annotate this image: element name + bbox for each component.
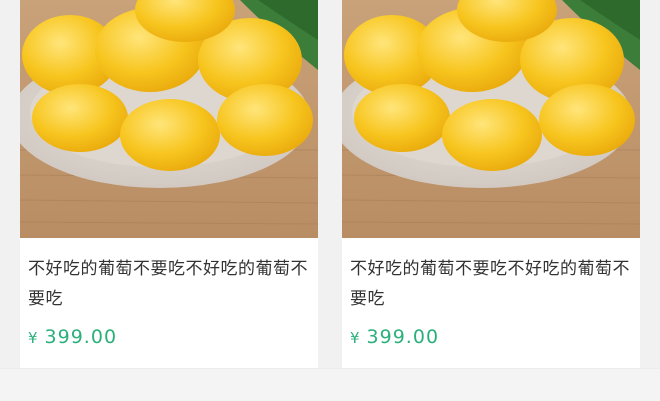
product-price: ¥399.00 (350, 326, 439, 348)
mango-plate-photo-icon (342, 0, 640, 238)
product-grid: 不好吃的葡萄不要吃不好吃的葡萄不要吃 ¥399.00 不好吃的葡萄不要吃不好吃的… (0, 0, 660, 368)
product-card[interactable]: 不好吃的葡萄不要吃不好吃的葡萄不要吃 ¥399.00 (342, 0, 640, 368)
product-title[interactable]: 不好吃的葡萄不要吃不好吃的葡萄不要吃 (28, 254, 312, 314)
product-title[interactable]: 不好吃的葡萄不要吃不好吃的葡萄不要吃 (350, 254, 634, 314)
price-value: 399.00 (44, 326, 118, 348)
bottom-bar (0, 368, 660, 401)
currency-symbol: ¥ (28, 329, 39, 347)
price-value: 399.00 (366, 326, 440, 348)
product-card[interactable]: 不好吃的葡萄不要吃不好吃的葡萄不要吃 ¥399.00 (20, 0, 318, 368)
product-price: ¥399.00 (28, 326, 117, 348)
product-image[interactable] (20, 0, 318, 238)
mango-plate-photo-icon (20, 0, 318, 238)
currency-symbol: ¥ (350, 329, 361, 347)
product-image[interactable] (342, 0, 640, 238)
